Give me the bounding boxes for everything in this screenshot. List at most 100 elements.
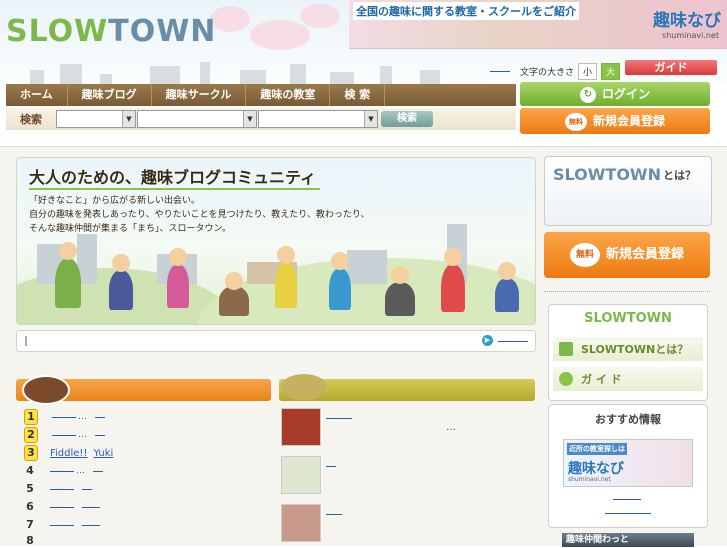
play-icon[interactable]: ▶	[482, 335, 493, 346]
search-label: 検索	[20, 113, 42, 126]
rank-link[interactable]	[50, 488, 74, 490]
nav-home[interactable]: ホーム	[6, 84, 68, 106]
nav-hobby-blog[interactable]: 趣味ブログ	[68, 84, 152, 106]
hero-line-2: 自分の趣味を発表しあったり、やりたいことを見つけたり、教えたり、教わったり、	[29, 210, 370, 220]
search-select-2[interactable]	[137, 110, 257, 128]
ranking-item[interactable]: 5	[24, 482, 92, 496]
shuminavi-banner[interactable]: 全国の趣味に関する教室・スクールをご紹介 趣味なび shuminavi.net	[349, 0, 727, 49]
site-logo[interactable]: SLOWTOWN	[6, 14, 216, 49]
post-link[interactable]	[326, 514, 342, 515]
font-size-switch: 文字の大きさ 小 大	[490, 63, 621, 80]
ticker-link[interactable]	[498, 341, 528, 342]
search-select-1[interactable]	[56, 110, 136, 128]
rank-badge: 6	[26, 500, 34, 513]
ad-brand: 趣味なび	[568, 461, 624, 477]
rank-link[interactable]	[52, 434, 76, 436]
pottery-character	[219, 286, 249, 316]
rank-user-link[interactable]	[82, 488, 92, 490]
ranking-item[interactable]: 6	[24, 500, 100, 514]
banner-text: 全国の趣味に関する教室・スクールをご紹介	[353, 2, 579, 20]
shuminavi-ad[interactable]: 近所の教室探しは 趣味なび shuminavi.net	[563, 439, 693, 487]
font-size-large-button[interactable]: 大	[601, 63, 621, 80]
font-size-label: 文字の大きさ	[520, 68, 575, 78]
sidebar-item-about[interactable]: SLOWTOWNとは？	[553, 337, 703, 361]
shamisen-character	[385, 282, 415, 316]
login-button[interactable]: ↻ ログイン	[520, 82, 710, 106]
banner-url: shuminavi.net	[662, 31, 719, 40]
search-select-3[interactable]	[258, 110, 378, 128]
ranking-item[interactable]: 3 Fiddle!! Yuki	[24, 445, 113, 461]
rank-link[interactable]	[50, 506, 74, 508]
tennis-character	[275, 262, 297, 308]
hero-line-1: 「好きなこと」から広がる新しい出会い。	[29, 196, 201, 206]
recommend-link[interactable]	[605, 513, 651, 514]
rank-badge: 7	[26, 518, 34, 531]
main-nav: ホーム 趣味ブログ 趣味サークル 趣味の教室 検 索	[6, 84, 516, 106]
rank-user-link[interactable]	[95, 416, 105, 418]
register-label: 新規会員登録	[605, 247, 684, 262]
header: SLOWTOWN 全国の趣味に関する教室・スクールをご紹介 趣味なび shumi…	[0, 0, 727, 84]
blossom-decoration	[250, 20, 310, 50]
font-size-small-button[interactable]: 小	[578, 63, 598, 80]
banner-brand: 趣味なび	[653, 11, 721, 31]
karate-character	[109, 270, 133, 310]
guide-icon	[559, 372, 573, 386]
ranking-item[interactable]: 8	[24, 534, 36, 548]
about-slowtown-banner[interactable]: SLOWTOWN とは？	[544, 156, 712, 226]
post-ellipsis: …	[446, 422, 456, 433]
volleyball-character	[329, 268, 351, 310]
painter-character	[55, 258, 81, 308]
nav-search[interactable]: 検 索	[330, 84, 386, 106]
rank-user-link[interactable]	[82, 524, 100, 526]
login-label: ログイン	[601, 87, 650, 101]
sidebar-register-button[interactable]: 無料 新規会員登録	[544, 232, 710, 278]
rank-link[interactable]	[52, 416, 76, 418]
hero-banner[interactable]: 大人のための、趣味ブログコミュニティ 「好きなこと」から広がる新しい出会い。 自…	[16, 157, 536, 325]
rank-badge: 8	[26, 534, 34, 547]
free-badge: 無料	[569, 242, 600, 267]
camera-character	[495, 278, 519, 312]
rank-badge: 2	[24, 427, 38, 443]
ranking-item[interactable]: 1 …	[24, 409, 105, 425]
treats-icon	[281, 374, 327, 400]
rank-link[interactable]	[50, 524, 74, 526]
register-button[interactable]: 無料 新規会員登録	[520, 108, 710, 134]
box-logo: SLOWTOWN	[584, 311, 672, 326]
nav-hobby-circle[interactable]: 趣味サークル	[152, 84, 247, 106]
ranking-item[interactable]: 7	[24, 518, 100, 532]
rank-user-link[interactable]: Yuki	[93, 448, 113, 459]
about-logo: SLOWTOWN	[553, 165, 661, 184]
logo-prefix: SLOW	[6, 14, 109, 49]
free-badge: 無料	[564, 112, 587, 131]
sidebar-item-guide[interactable]: ガ イ ド	[553, 367, 703, 391]
rank-user-link[interactable]	[82, 506, 100, 508]
ranking-item[interactable]: 2 …	[24, 427, 105, 443]
ranking-item[interactable]: 4 …	[24, 464, 103, 478]
ad-text: 近所の教室探しは	[567, 443, 627, 455]
post-link[interactable]	[326, 466, 336, 467]
search-bar: 検索 検索	[6, 108, 516, 130]
register-label: 新規会員登録	[592, 114, 665, 128]
post-thumbnail[interactable]	[281, 504, 321, 542]
recommend-box: おすすめ情報 近所の教室探しは 趣味なび shuminavi.net	[548, 404, 708, 528]
rank-badge: 1	[24, 409, 38, 425]
rank-link[interactable]: Fiddle!!	[50, 448, 87, 459]
post-thumbnail[interactable]	[281, 456, 321, 494]
recommend-link[interactable]	[613, 499, 641, 500]
search-button[interactable]: 検索	[381, 111, 433, 127]
rank-extra: …	[78, 412, 87, 422]
beginner-leaf-icon	[559, 342, 573, 356]
rank-badge: 5	[26, 482, 34, 495]
divider	[544, 291, 710, 292]
ad-url: shuminavi.net	[568, 476, 611, 483]
nav-hobby-class[interactable]: 趣味の教室	[246, 84, 331, 106]
rank-link[interactable]	[50, 470, 74, 472]
post-thumbnail[interactable]	[281, 408, 321, 446]
rank-user-link[interactable]	[93, 470, 103, 472]
guide-button[interactable]: ガイド	[625, 60, 717, 75]
post-link[interactable]	[326, 418, 352, 419]
rank-user-link[interactable]	[95, 434, 105, 436]
blossom-decoration	[300, 4, 340, 28]
login-icon: ↻	[579, 86, 596, 103]
font-size-link[interactable]	[490, 71, 510, 72]
